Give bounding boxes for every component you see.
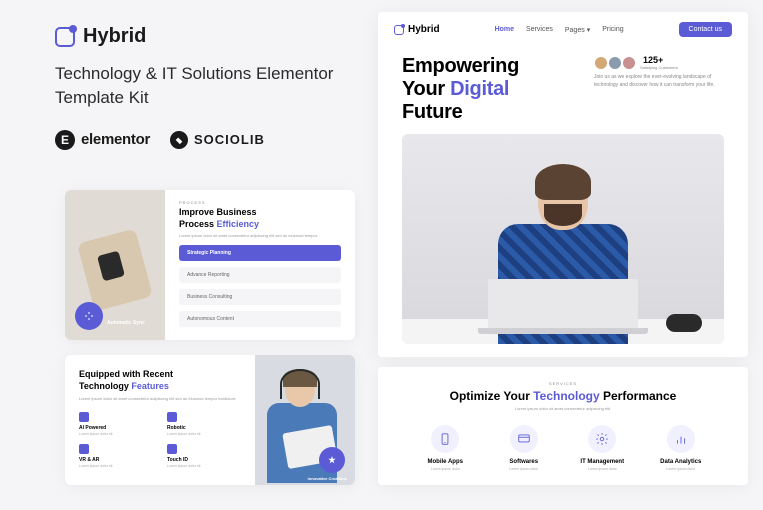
title-panel: Hybrid Technology & IT Solutions Element… <box>55 25 335 150</box>
process-item-active[interactable]: Strategic Planning <box>179 245 341 261</box>
service-item[interactable]: Mobile Apps Lorem ipsum dolor <box>406 425 485 471</box>
elementor-icon: E <box>55 130 75 150</box>
elementor-label: elementor <box>81 131 150 148</box>
service-item[interactable]: Data Analytics Lorem ipsum dolor <box>642 425 721 471</box>
customer-count: 125+ Satisfying Customers <box>640 55 678 70</box>
headphone-icon <box>280 369 320 399</box>
brand-row: E elementor SOCIOLIB <box>55 130 335 150</box>
hero-stats: 125+ Satisfying Customers Join us as we … <box>594 55 724 124</box>
robot-icon <box>167 412 177 422</box>
logo-icon <box>55 27 75 47</box>
hero-image <box>402 134 724 344</box>
features-desc: Lorem ipsum dolor sit amet consectetur a… <box>79 396 241 402</box>
chevron-down-icon: ▾ <box>587 27 591 34</box>
innovation-badge-label: Innovative Creations <box>308 476 347 481</box>
product-name: Hybrid <box>83 25 146 48</box>
site-header: Hybrid Home Services Pages ▾ Pricing Con… <box>378 12 748 47</box>
site-logo[interactable]: Hybrid <box>394 24 440 35</box>
process-title: Improve Business Process Efficiency <box>179 207 341 230</box>
preview-process-section: Automatic Sync PROCESS Improve Business … <box>65 190 355 340</box>
nav-services[interactable]: Services <box>526 26 553 34</box>
site-logo-icon <box>394 25 404 35</box>
process-item[interactable]: Autonomous Content <box>179 311 341 327</box>
ai-icon <box>79 412 89 422</box>
management-icon <box>588 425 616 453</box>
avatar <box>594 56 608 70</box>
fingerprint-icon <box>167 444 177 454</box>
hero-section: Empowering Your Digital Future 125+ Sati… <box>378 47 748 344</box>
sync-badge-label: Automatic Sync <box>107 320 145 326</box>
software-icon <box>510 425 538 453</box>
site-logo-text: Hybrid <box>408 24 440 35</box>
analytics-icon <box>667 425 695 453</box>
mobile-icon <box>431 425 459 453</box>
vr-icon <box>79 444 89 454</box>
product-tagline: Technology & IT Solutions Elementor Temp… <box>55 62 335 110</box>
preview-features-section: Equipped with Recent Technology Features… <box>65 355 355 485</box>
customer-avatars: 125+ Satisfying Customers <box>594 55 724 70</box>
services-eyebrow: SERVICES <box>398 381 728 386</box>
nav-pages[interactable]: Pages ▾ <box>565 26 590 34</box>
nav-pricing[interactable]: Pricing <box>602 26 623 34</box>
sociolib-label: SOCIOLIB <box>194 132 265 147</box>
product-logo: Hybrid <box>55 25 335 48</box>
process-item[interactable]: Advance Reporting <box>179 267 341 283</box>
laptop-icon <box>488 279 638 334</box>
preview-homepage: Hybrid Home Services Pages ▾ Pricing Con… <box>378 12 748 357</box>
process-desc: Lorem ipsum dolor sit amet consectetur a… <box>179 233 341 239</box>
process-image: Automatic Sync <box>65 190 165 340</box>
services-title: Optimize Your Technology Performance <box>398 389 728 403</box>
hero-description: Join us as we explore the ever-evolving … <box>594 74 724 89</box>
features-title: Equipped with Recent Technology Features <box>79 369 241 392</box>
sociolib-icon <box>170 131 188 149</box>
innovation-badge <box>319 447 345 473</box>
sync-badge <box>75 302 103 330</box>
brand-elementor: E elementor <box>55 130 150 150</box>
hero-title: Empowering Your Digital Future <box>402 55 519 124</box>
services-desc: Lorem ipsum dolor sit amet consectetur a… <box>398 406 728 411</box>
main-nav: Home Services Pages ▾ Pricing <box>495 26 624 34</box>
feature-item: AI Powered Lorem ipsum dolor sit <box>79 412 153 436</box>
process-item[interactable]: Business Consulting <box>179 289 341 305</box>
avatar <box>608 56 622 70</box>
contact-button[interactable]: Contact us <box>679 22 732 37</box>
brand-sociolib: SOCIOLIB <box>170 131 265 149</box>
process-eyebrow: PROCESS <box>179 200 341 205</box>
features-image: Innovative Creations <box>255 355 355 485</box>
preview-services-section: SERVICES Optimize Your Technology Perfor… <box>378 367 748 485</box>
game-controller-icon <box>666 314 702 332</box>
service-item[interactable]: Softwares Lorem ipsum dolor <box>485 425 564 471</box>
feature-item: Robotic Lorem ipsum dolor sit <box>167 412 241 436</box>
feature-item: VR & AR Lorem ipsum dolor sit <box>79 444 153 468</box>
service-item[interactable]: IT Management Lorem ipsum dolor <box>563 425 642 471</box>
avatar <box>622 56 636 70</box>
feature-item: Touch ID Lorem ipsum dolor sit <box>167 444 241 468</box>
nav-home[interactable]: Home <box>495 26 514 34</box>
